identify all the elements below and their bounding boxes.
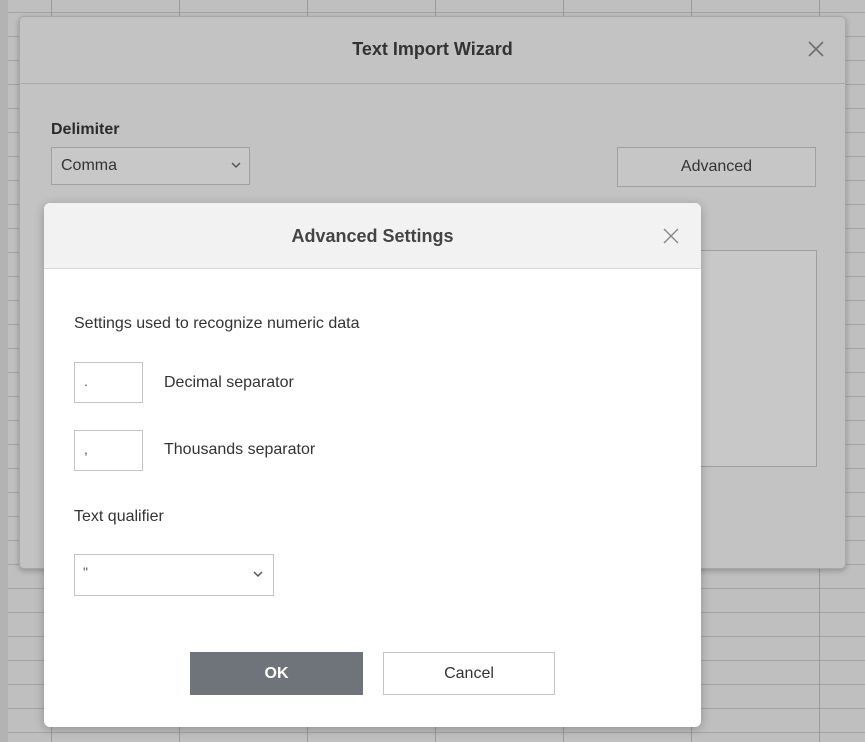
close-icon[interactable] <box>804 37 828 61</box>
thousands-separator-input[interactable]: , <box>74 430 143 471</box>
chevron-down-icon <box>253 571 263 578</box>
decimal-separator-value: . <box>84 373 88 389</box>
delimiter-select-value: Comma <box>61 157 118 174</box>
advanced-button[interactable]: Advanced <box>617 147 816 187</box>
delimiter-select[interactable]: Comma <box>51 147 250 185</box>
delimiter-label: Delimiter <box>51 121 120 138</box>
decimal-separator-label: Decimal separator <box>164 374 294 391</box>
thousands-separator-value: , <box>84 441 88 457</box>
cancel-button[interactable]: Cancel <box>383 652 555 695</box>
advanced-settings-title: Advanced Settings <box>291 226 454 246</box>
advanced-settings-dialog: Advanced Settings Settings used to recog… <box>44 203 701 727</box>
text-qualifier-label: Text qualifier <box>74 508 164 525</box>
text-qualifier-value: " <box>83 564 88 580</box>
advanced-settings-header: Advanced Settings <box>44 203 701 269</box>
text-qualifier-select[interactable]: " <box>74 554 274 596</box>
chevron-down-icon <box>231 162 241 169</box>
preview-area <box>700 250 817 467</box>
wizard-title: Text Import Wizard <box>352 39 513 59</box>
thousands-separator-label: Thousands separator <box>164 441 316 458</box>
row-header-strip <box>0 0 8 742</box>
wizard-header: Text Import Wizard <box>20 17 845 84</box>
numeric-data-heading: Settings used to recognize numeric data <box>74 315 360 332</box>
ok-button[interactable]: OK <box>190 652 363 695</box>
decimal-separator-input[interactable]: . <box>74 362 143 403</box>
close-icon[interactable] <box>660 225 682 247</box>
